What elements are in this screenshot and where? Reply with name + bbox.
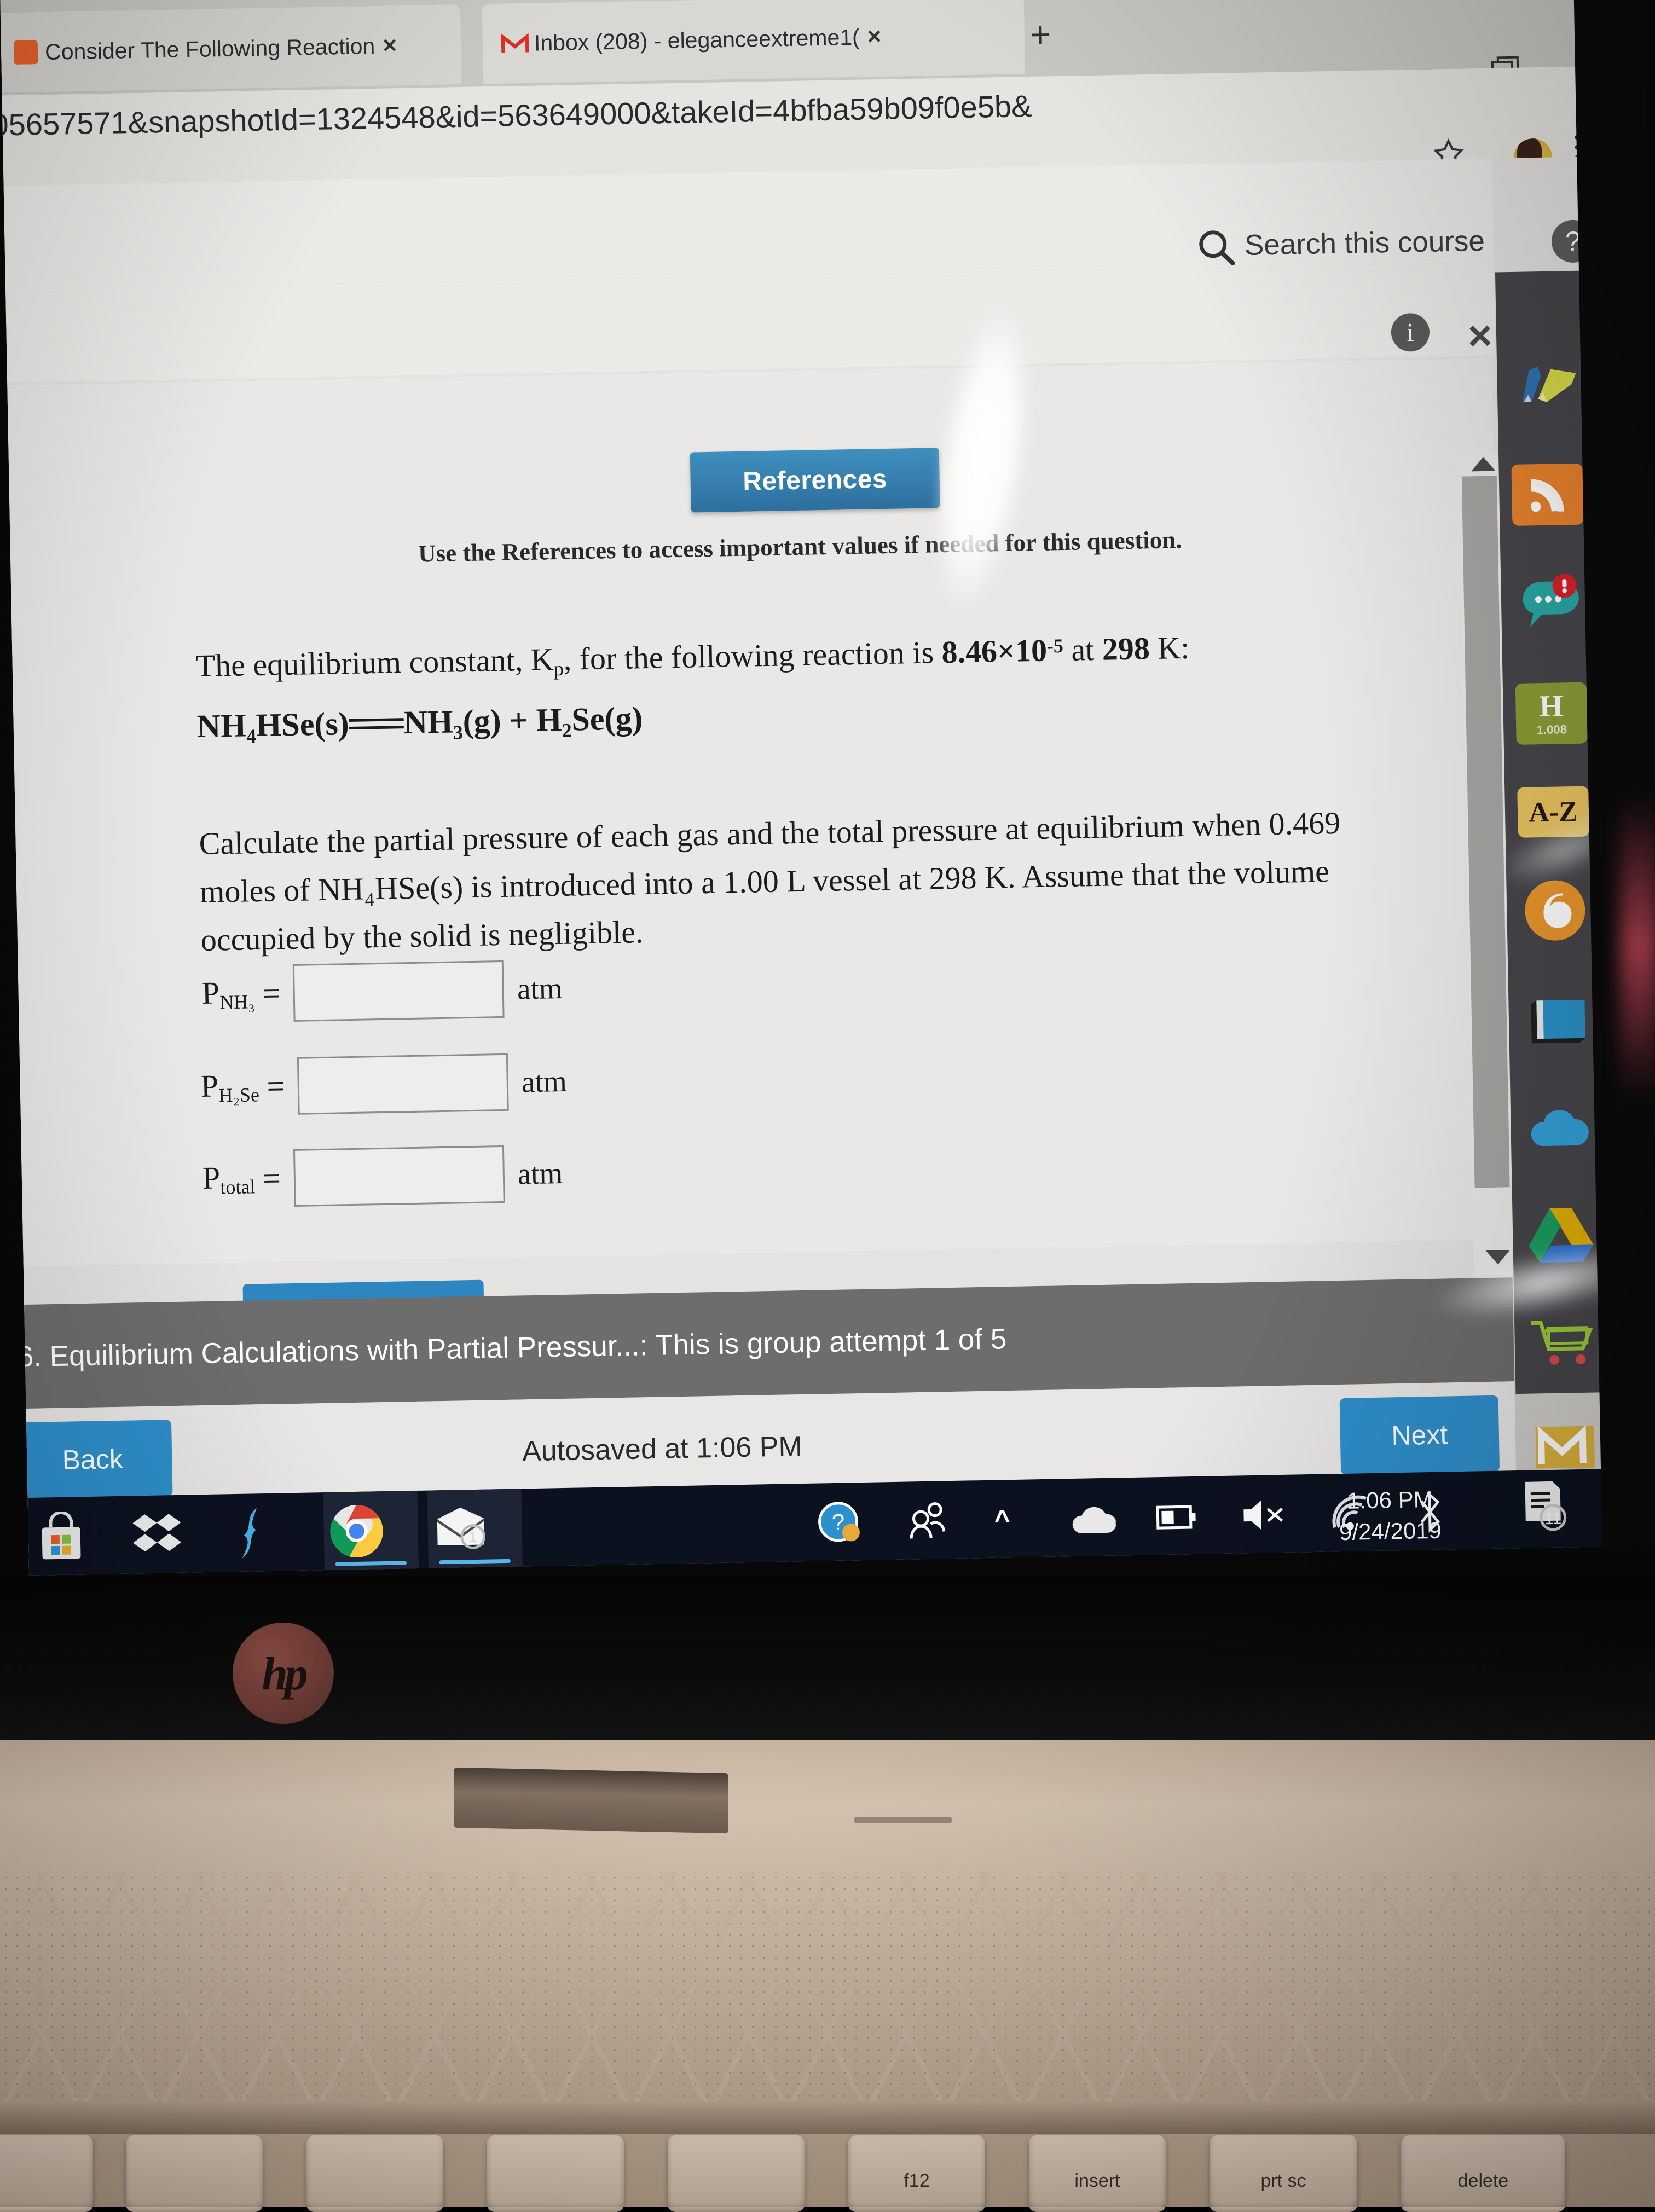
equals-sign-3: = xyxy=(262,1160,281,1197)
key-prt-sc[interactable]: prt sc xyxy=(1210,2135,1357,2212)
dictionary-az-icon[interactable]: A-Z xyxy=(1517,786,1589,838)
scroll-up-arrow-icon[interactable] xyxy=(1471,456,1496,472)
tab-2-close-icon[interactable]: × xyxy=(867,23,882,50)
browser-six-icon[interactable] xyxy=(1519,879,1591,941)
hp-logo-text: hp xyxy=(262,1647,308,1700)
mail-icon[interactable]: 1 xyxy=(433,1502,489,1557)
taskbar-clock[interactable]: 1:06 PM 9/24/2019 xyxy=(1339,1484,1442,1548)
chrome-icon[interactable] xyxy=(329,1503,385,1559)
battery-icon[interactable] xyxy=(1155,1493,1198,1541)
equilibrium-arrow-icon xyxy=(349,711,404,742)
question-body: Calculate the partial pressure of each g… xyxy=(199,804,1341,958)
onedrive-icon[interactable] xyxy=(1070,1495,1116,1542)
hinge-bracket xyxy=(454,1767,728,1834)
answer-input-total[interactable] xyxy=(293,1145,505,1207)
background-reflection xyxy=(1620,794,1655,1100)
pen-highlighter-icon[interactable] xyxy=(1509,349,1582,411)
key-delete[interactable]: delete xyxy=(1401,2135,1565,2212)
gmail-m-icon xyxy=(501,30,529,57)
chevron-up-icon[interactable]: ^ xyxy=(994,1496,1011,1544)
tab-1-close-icon[interactable]: × xyxy=(383,32,397,59)
back-button[interactable]: Back xyxy=(13,1420,173,1499)
key-blank-3[interactable] xyxy=(306,2135,443,2212)
blue-book-icon[interactable] xyxy=(1521,991,1593,1053)
search-input[interactable]: Search this course xyxy=(1244,224,1485,262)
periodic-mass: 1.008 xyxy=(1536,722,1567,737)
laptop-photo: hp f12 insert prt sc delete Consider The… xyxy=(0,0,1655,2212)
hinge-vent xyxy=(854,1817,952,1823)
notification-badge-count: 11 xyxy=(1544,1510,1562,1528)
answer-label-nh3: PNH₃ xyxy=(201,975,256,1014)
people-icon[interactable] xyxy=(906,1497,950,1545)
google-drive-icon[interactable] xyxy=(1525,1202,1597,1264)
kp-value: 8.46×10 xyxy=(941,632,1048,670)
rss-feed-icon[interactable] xyxy=(1511,463,1584,526)
answer-input-nh3[interactable] xyxy=(293,960,505,1022)
clock-date: 9/24/2019 xyxy=(1339,1517,1442,1545)
dropbox-icon[interactable] xyxy=(129,1507,185,1563)
equation-plus: + xyxy=(508,702,529,739)
browser-tab-1[interactable]: Consider The Following Reaction × xyxy=(0,4,462,94)
keyboard-row: f12 insert prt sc delete xyxy=(0,2123,1655,2212)
scroll-down-arrow-icon[interactable] xyxy=(1485,1250,1511,1265)
new-tab-button[interactable]: + xyxy=(1029,13,1051,55)
q-temp-1: 298 xyxy=(1102,630,1150,667)
equals-sign-1: = xyxy=(262,975,281,1011)
q-pre: The equilibrium constant, K xyxy=(195,641,554,684)
laptop-screen: Consider The Following Reaction × Inbox … xyxy=(0,0,1616,1576)
mail-badge-count: 1 xyxy=(469,1530,477,1545)
q-kp-sub: p xyxy=(553,657,564,680)
periodic-symbol: H xyxy=(1539,689,1564,724)
cloud-icon[interactable] xyxy=(1523,1098,1595,1160)
tab-1-title: Consider The Following Reaction xyxy=(44,33,375,65)
answer-row-h2se: PH₂Se = atm xyxy=(200,1052,568,1116)
answer-label-h2se: PH₂Se xyxy=(200,1068,260,1107)
microsoft-store-icon[interactable] xyxy=(33,1509,89,1565)
tab-2-title: Inbox (208) - eleganceextreme1( xyxy=(534,24,860,56)
orange-square-icon xyxy=(12,38,40,66)
equals-sign-2: = xyxy=(266,1068,285,1104)
speaker-grille-dots xyxy=(0,1872,1655,2101)
close-icon[interactable]: × xyxy=(1467,312,1492,360)
answer-unit-total: atm xyxy=(517,1156,563,1191)
attempt-text: 6. Equilibrium Calculations with Partial… xyxy=(17,1322,1007,1373)
answer-unit-nh3: atm xyxy=(517,971,563,1006)
answer-row-total: Ptotal = atm xyxy=(202,1144,563,1208)
answer-label-total: Ptotal xyxy=(202,1160,256,1198)
equation-product-2: H₂Se(g) xyxy=(536,700,643,738)
s-app-icon[interactable] xyxy=(222,1505,278,1561)
equation-product-1: NH₃(g) xyxy=(403,702,502,741)
answer-input-h2se[interactable] xyxy=(297,1053,510,1115)
yellow-m-icon[interactable] xyxy=(1529,1415,1601,1478)
key-insert[interactable]: insert xyxy=(1029,2135,1166,2212)
answer-sub-total: total xyxy=(220,1176,256,1198)
browser-tab-2[interactable]: Inbox (208) - eleganceextreme1( × xyxy=(482,0,1026,84)
chat-alert-icon[interactable] xyxy=(1513,570,1585,633)
answer-row-nh3: PNH₃ = atm xyxy=(201,959,563,1023)
next-button[interactable]: Next xyxy=(1339,1395,1500,1475)
key-blank-4[interactable] xyxy=(487,2135,624,2212)
clock-time: 1:06 PM xyxy=(1346,1486,1433,1514)
autosave-status: Autosaved at 1:06 PM xyxy=(522,1431,803,1468)
key-blank-5[interactable] xyxy=(668,2135,805,2212)
notification-center-icon[interactable]: 11 xyxy=(1516,1481,1570,1531)
q-post: at xyxy=(1063,631,1103,668)
shopping-cart-icon[interactable] xyxy=(1527,1311,1599,1374)
equation-reactant: NH₄HSe(s) xyxy=(196,705,350,745)
answer-sub-nh3: NH₃ xyxy=(219,991,256,1014)
hp-logo: hp xyxy=(233,1623,334,1724)
kp-exponent: -5 xyxy=(1046,634,1064,657)
key-blank-1[interactable] xyxy=(0,2135,93,2212)
answer-sub-h2se: H₂Se xyxy=(218,1084,260,1107)
q-end: K: xyxy=(1149,629,1190,667)
q-mid: , for the following reaction is xyxy=(563,634,942,677)
search-icon xyxy=(1195,226,1236,267)
volume-muted-icon[interactable] xyxy=(1240,1491,1288,1539)
periodic-table-icon[interactable]: H 1.008 xyxy=(1515,682,1588,745)
help-circle-icon-tray[interactable]: ? xyxy=(816,1499,863,1547)
key-f12[interactable]: f12 xyxy=(848,2135,985,2212)
key-blank-2[interactable] xyxy=(126,2135,263,2212)
answer-unit-h2se: atm xyxy=(521,1064,568,1099)
references-button[interactable]: References xyxy=(690,448,940,513)
